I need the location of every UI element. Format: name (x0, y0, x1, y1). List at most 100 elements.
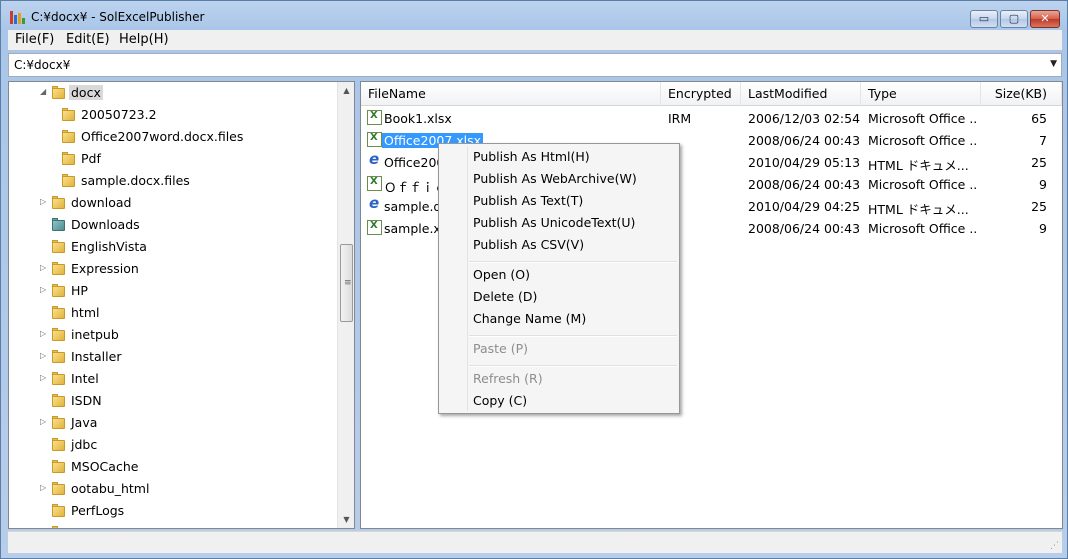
folder-icon (51, 239, 66, 254)
folder-icon (61, 151, 76, 166)
expand-arrow-icon[interactable]: ▷ (40, 373, 46, 382)
expand-arrow-icon[interactable]: ▷ (40, 197, 46, 206)
tree-item-intel[interactable]: ▷ Intel (9, 368, 339, 390)
expand-arrow-icon[interactable]: ▷ (40, 285, 46, 294)
expand-arrow-icon[interactable]: ▷ (40, 483, 46, 492)
cell-size: 9 (1039, 221, 1047, 236)
cell-modified: 2010/04/29 04:25 (748, 199, 861, 214)
tree-item-label: jdbc (71, 437, 98, 452)
menu-item-change-name[interactable]: Change Name (M) (473, 311, 586, 326)
cell-encrypted: IRM (668, 111, 692, 126)
menu-item-open[interactable]: Open (O) (473, 267, 530, 282)
scroll-up-icon[interactable]: ▲ (338, 82, 354, 99)
tree-item-label: HP (71, 283, 88, 298)
tree-item-office2007word[interactable]: Office2007word.docx.files (9, 126, 339, 148)
tree-item-label: download (71, 195, 132, 210)
menu-item-copy[interactable]: Copy (C) (473, 393, 527, 408)
tree-item-label: Installer (71, 349, 122, 364)
expand-arrow-icon[interactable]: ▷ (40, 417, 46, 426)
cell-size: 25 (1031, 199, 1047, 214)
excel-file-icon (367, 110, 382, 125)
menu-item-publish-unicodetext[interactable]: Publish As UnicodeText(U) (473, 215, 635, 230)
menu-item-delete[interactable]: Delete (D) (473, 289, 537, 304)
cell-filename: Office200 (384, 155, 445, 170)
menu-edit[interactable]: Edit(E) (66, 32, 110, 47)
column-encrypted[interactable]: Encrypted (661, 82, 741, 106)
cell-size: 25 (1031, 155, 1047, 170)
column-filename[interactable]: FileName (361, 82, 661, 106)
cell-modified: 2008/06/24 00:43 (748, 221, 861, 236)
tree-item-installer[interactable]: ▷ Installer (9, 346, 339, 368)
folder-icon (51, 261, 66, 276)
tree-item-expression[interactable]: ▷ Expression (9, 258, 339, 280)
resize-grip-icon[interactable]: ⋰ (1050, 542, 1059, 551)
cell-modified: 2008/06/24 00:43 (748, 133, 861, 148)
column-size[interactable]: Size(KB) (981, 82, 1062, 106)
column-type[interactable]: Type (861, 82, 981, 106)
tree-item-label: ISDN (71, 393, 102, 408)
tree-item-perflogs[interactable]: PerfLogs (9, 500, 339, 522)
cell-type: HTML ドキュメ... (868, 158, 969, 173)
menu-separator (469, 365, 677, 367)
table-row[interactable]: Book1.xlsx IRM 2006/12/03 02:54 Microsof… (361, 107, 1062, 129)
folder-icon (61, 107, 76, 122)
cell-type: Microsoft Office ... (868, 177, 976, 192)
tree-item-inetpub[interactable]: ▷ inetpub (9, 324, 339, 346)
downloads-folder-icon (51, 217, 66, 232)
tree-item-englishvista[interactable]: EnglishVista (9, 236, 339, 258)
folder-icon (51, 371, 66, 386)
dropdown-arrow-icon[interactable]: ▼ (1050, 59, 1057, 69)
column-lastmodified[interactable]: LastModified (741, 82, 861, 106)
context-menu: Publish As Html(H) Publish As WebArchive… (438, 143, 680, 414)
menu-help[interactable]: Help(H) (119, 32, 169, 47)
tree-item-label: Expression (71, 261, 139, 276)
folder-tree[interactable]: ◢ docx 20050723.2 Office2007word.docx.fi… (8, 81, 355, 529)
menu-item-publish-text[interactable]: Publish As Text(T) (473, 193, 583, 208)
tree-item-20050723[interactable]: 20050723.2 (9, 104, 339, 126)
folder-icon (51, 415, 66, 430)
tree-item-hp[interactable]: ▷ HP (9, 280, 339, 302)
tree-item-msocache[interactable]: MSOCache (9, 456, 339, 478)
expand-arrow-icon[interactable]: ▷ (40, 329, 46, 338)
tree-item-label: docx (69, 85, 103, 100)
maximize-icon: ▢ (1008, 12, 1020, 25)
path-value: C:¥docx¥ (14, 58, 71, 72)
folder-icon (61, 173, 76, 188)
tree-item-downloads[interactable]: Downloads (9, 214, 339, 236)
expand-arrow-icon[interactable]: ▷ (40, 351, 46, 360)
minimize-button[interactable]: ▭ (970, 10, 998, 28)
menu-item-publish-csv[interactable]: Publish As CSV(V) (473, 237, 584, 252)
menu-gutter (467, 146, 468, 411)
scroll-thumb[interactable]: ≡ (340, 244, 353, 322)
cell-type: Microsoft Office ... (868, 221, 976, 236)
tree-item-ootabu-html[interactable]: ▷ ootabu_html (9, 478, 339, 500)
path-combobox[interactable]: C:¥docx¥ ▼ (8, 53, 1062, 77)
tree-item-download[interactable]: ▷ download (9, 192, 339, 214)
menu-item-publish-html[interactable]: Publish As Html(H) (473, 149, 590, 164)
folder-icon (51, 503, 66, 518)
close-button[interactable]: ✕ (1030, 10, 1060, 28)
expand-arrow-icon[interactable]: ▷ (40, 263, 46, 272)
tree-item-pdf[interactable]: Pdf (9, 148, 339, 170)
tree-item-label: EnglishVista (71, 239, 147, 254)
tree-item-partial (9, 522, 339, 528)
collapse-arrow-icon[interactable]: ◢ (40, 87, 46, 96)
title-bar[interactable]: C:¥docx¥ - SolExcelPublisher ▭ ▢ ✕ (1, 1, 1067, 31)
tree-item-jdbc[interactable]: jdbc (9, 434, 339, 456)
scroll-down-icon[interactable]: ▼ (338, 511, 354, 528)
menu-file[interactable]: File(F) (15, 32, 54, 47)
cell-type: Microsoft Office ... (868, 133, 976, 148)
maximize-button[interactable]: ▢ (1000, 10, 1028, 28)
folder-icon (51, 393, 66, 408)
tree-item-html[interactable]: html (9, 302, 339, 324)
tree-scrollbar[interactable]: ▲ ≡ ▼ (337, 82, 354, 528)
tree-item-isdn[interactable]: ISDN (9, 390, 339, 412)
tree-item-java[interactable]: ▷ Java (9, 412, 339, 434)
tree-item-docx[interactable]: ◢ docx (9, 82, 339, 104)
cell-size: 7 (1039, 133, 1047, 148)
tree-item-label: Downloads (71, 217, 140, 232)
folder-icon (51, 195, 66, 210)
folder-icon (51, 327, 66, 342)
tree-item-sample-docx-files[interactable]: sample.docx.files (9, 170, 339, 192)
menu-item-publish-webarchive[interactable]: Publish As WebArchive(W) (473, 171, 637, 186)
